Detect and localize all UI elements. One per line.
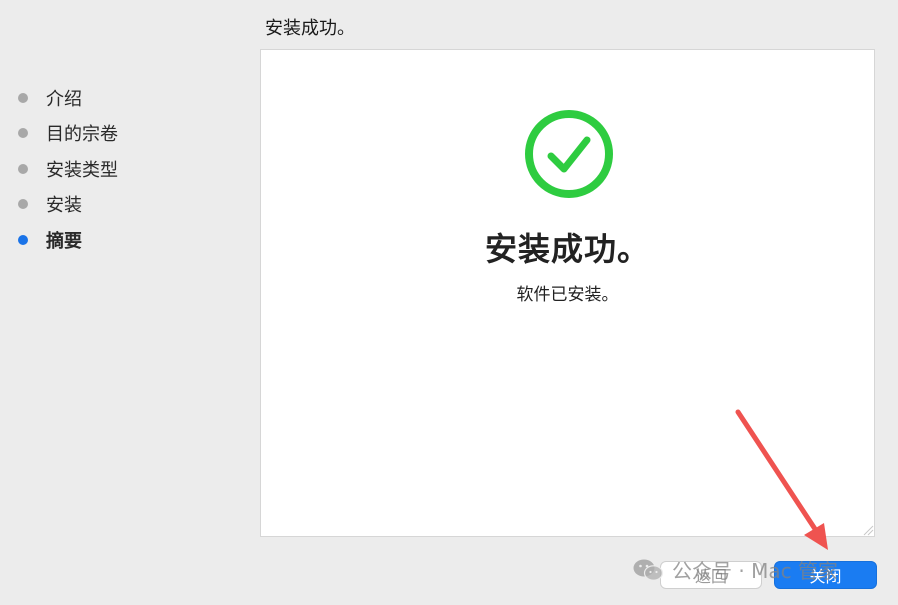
sidebar-item-label: 介绍 (46, 88, 82, 110)
sidebar-item-label: 安装类型 (46, 159, 118, 181)
check-circle-icon (525, 110, 613, 198)
sidebar-item-summary: 摘要 (18, 222, 118, 258)
success-subtitle: 软件已安装。 (516, 285, 619, 305)
sidebar-item-label: 安装 (46, 195, 82, 217)
sidebar-steps: 介绍 目的宗卷 安装类型 安装 摘要 (18, 80, 118, 258)
page-title: 安装成功。 (265, 18, 355, 39)
step-dot (18, 199, 28, 210)
success-title: 安装成功。 (484, 230, 650, 268)
sidebar-item-label: 摘要 (46, 230, 82, 252)
step-dot-active (18, 234, 28, 245)
sidebar-item-label: 目的宗卷 (46, 124, 118, 146)
back-button[interactable]: 返回 (660, 561, 762, 589)
sidebar-item-intro: 介绍 (18, 80, 118, 116)
sidebar-item-install: 安装 (18, 187, 118, 223)
step-dot (18, 163, 28, 174)
content-panel: 安装成功。 软件已安装。 (260, 49, 875, 537)
step-dot (18, 92, 28, 103)
step-dot (18, 128, 28, 139)
resize-grip-icon[interactable] (860, 522, 874, 536)
sidebar-item-install-type: 安装类型 (18, 151, 118, 187)
sidebar-item-destination: 目的宗卷 (18, 116, 118, 152)
close-button[interactable]: 关闭 (774, 561, 877, 589)
